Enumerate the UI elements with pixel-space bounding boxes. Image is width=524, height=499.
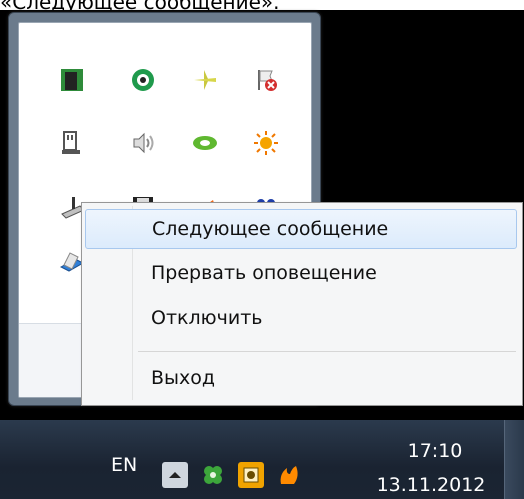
- language-indicator[interactable]: EN: [111, 454, 137, 476]
- network-device-icon[interactable]: [57, 65, 87, 95]
- show-hidden-icons-button[interactable]: [162, 462, 188, 488]
- nvidia-icon[interactable]: [190, 128, 220, 158]
- usb-device-icon[interactable]: [57, 128, 87, 158]
- show-desktop-button[interactable]: [504, 420, 524, 499]
- menu-item-label: Отключить: [151, 307, 263, 329]
- sun-icon[interactable]: [251, 128, 281, 158]
- context-menu: Следующее сообщение Прервать оповещение …: [81, 202, 523, 406]
- speaker-icon[interactable]: [128, 128, 158, 158]
- menu-item-next-message[interactable]: Следующее сообщение: [85, 209, 517, 249]
- airplane-icon[interactable]: [190, 65, 220, 95]
- clover-icon[interactable]: [200, 462, 226, 488]
- menu-item-exit[interactable]: Выход: [85, 358, 517, 398]
- menu-item-label: Выход: [151, 367, 216, 389]
- menu-separator: [138, 351, 516, 352]
- green-ring-icon[interactable]: [128, 65, 158, 95]
- clock-time[interactable]: 17:10: [380, 440, 490, 462]
- firefox-flame-icon[interactable]: [276, 462, 302, 488]
- menu-item-interrupt-alert[interactable]: Прервать оповещение: [85, 253, 517, 293]
- taskbar: EN 17:10 13.11.2012: [0, 420, 524, 499]
- orange-box-icon[interactable]: [238, 462, 264, 488]
- caption-text: «Следующее сообщение».: [0, 0, 524, 10]
- menu-item-disable[interactable]: Отключить: [85, 298, 517, 338]
- flag-error-icon[interactable]: [251, 65, 281, 95]
- menu-item-label: Прервать оповещение: [151, 262, 377, 284]
- clock-date[interactable]: 13.11.2012: [366, 474, 496, 496]
- menu-item-label: Следующее сообщение: [152, 218, 389, 240]
- chevron-up-icon: [169, 472, 181, 478]
